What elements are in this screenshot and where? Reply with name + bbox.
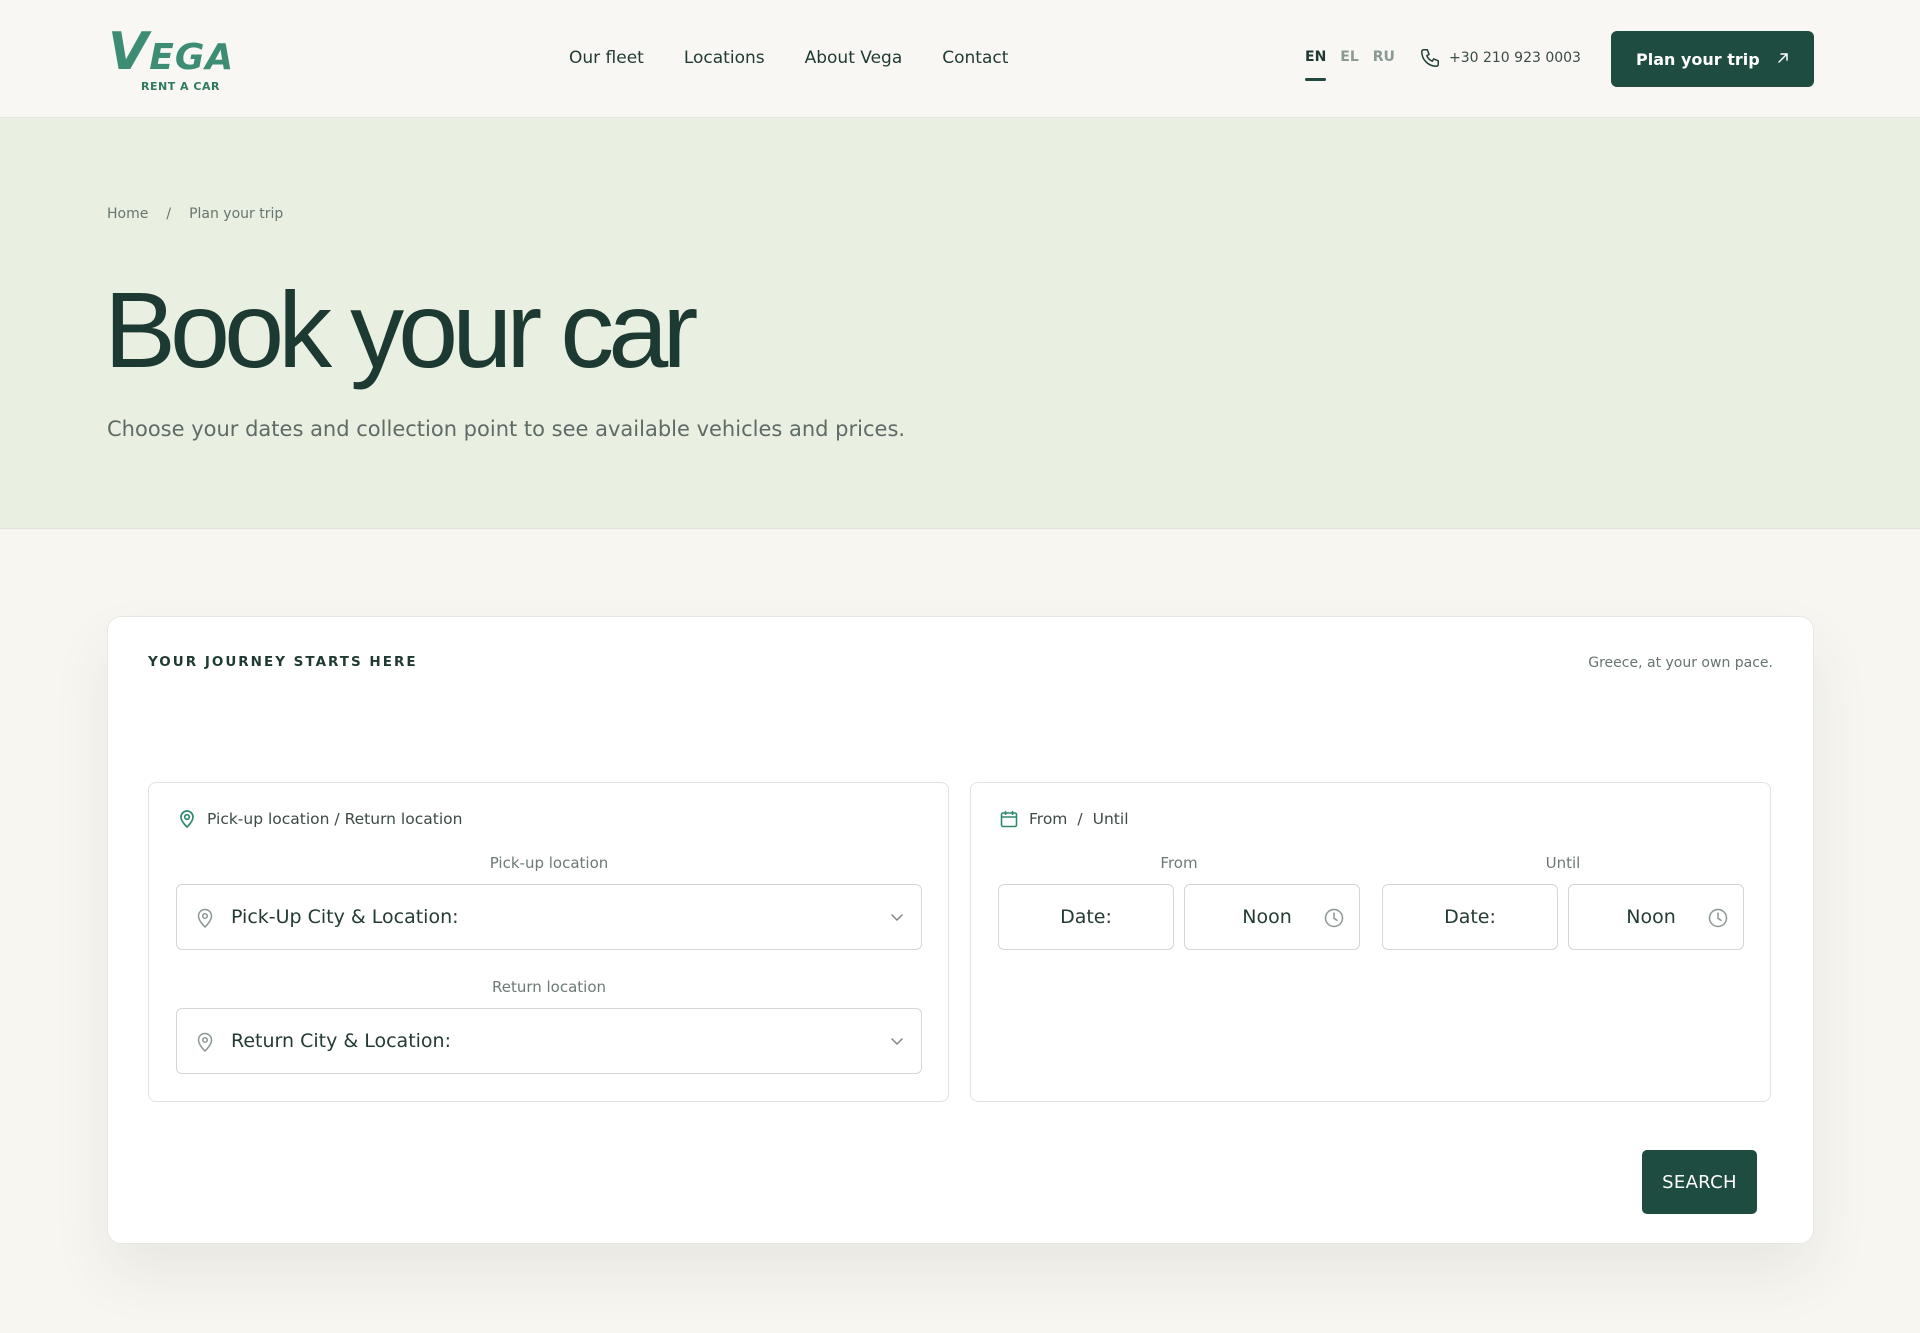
vega-logo[interactable]: VEGA RENT A CAR <box>108 24 248 96</box>
from-date-placeholder: Date: <box>1060 906 1112 928</box>
until-time-select[interactable]: Noon <box>1568 884 1744 950</box>
breadcrumb-home[interactable]: Home <box>107 206 148 222</box>
from-time-select[interactable]: Noon <box>1184 884 1360 950</box>
main-nav: Our fleet Locations About Vega Contact <box>569 46 1008 70</box>
nav-about-vega[interactable]: About Vega <box>805 46 903 70</box>
location-panel-heading: Pick-up location / Return location <box>177 809 462 829</box>
lang-el[interactable]: EL <box>1340 48 1358 66</box>
search-button[interactable]: SEARCH <box>1642 1150 1757 1214</box>
logo-subtitle: RENT A CAR <box>141 80 220 93</box>
clock-icon <box>1708 908 1728 928</box>
return-location-select[interactable]: Return City & Location: <box>176 1008 922 1074</box>
chevron-down-icon <box>891 1038 903 1046</box>
calendar-icon <box>1000 811 1018 828</box>
location-pin-icon <box>197 908 213 929</box>
return-location-value: Return City & Location: <box>231 1030 451 1052</box>
booking-tagline: Greece, at your own pace. <box>1588 655 1773 671</box>
nav-our-fleet[interactable]: Our fleet <box>569 46 644 70</box>
language-switcher: EN EL RU <box>1305 48 1395 81</box>
from-label: From <box>1160 854 1198 872</box>
chevron-down-icon <box>891 914 903 922</box>
phone-number: +30 210 923 0003 <box>1449 50 1581 66</box>
until-date-placeholder: Date: <box>1444 906 1496 928</box>
booking-eyebrow: YOUR JOURNEY STARTS HERE <box>148 654 418 670</box>
hero-section: Home / Plan your trip Book your car Choo… <box>0 118 1920 529</box>
location-pin-icon <box>180 810 194 829</box>
date-heading-separator: / <box>1077 810 1083 828</box>
booking-card: YOUR JOURNEY STARTS HERE Greece, at your… <box>107 616 1814 1244</box>
clock-icon <box>1324 908 1344 928</box>
location-pin-icon <box>197 1032 213 1053</box>
date-panel-heading: From / Until <box>999 809 1129 829</box>
breadcrumb-current: Plan your trip <box>189 206 284 222</box>
until-time-value: Noon <box>1626 906 1676 928</box>
pickup-location-label: Pick-up location <box>489 854 609 872</box>
site-header: VEGA RENT A CAR Our fleet Locations Abou… <box>0 0 1920 118</box>
phone-link[interactable]: +30 210 923 0003 <box>1419 47 1581 69</box>
phone-icon <box>1421 49 1439 67</box>
lang-ru[interactable]: RU <box>1373 48 1395 66</box>
page-subtitle: Choose your dates and collection point t… <box>107 417 906 441</box>
location-panel: Pick-up location / Return location Pick-… <box>148 782 949 1102</box>
until-date-input[interactable]: Date: <box>1382 884 1558 950</box>
date-heading-from: From <box>1029 810 1068 828</box>
plan-trip-label: Plan your trip <box>1636 49 1760 69</box>
breadcrumb-separator: / <box>166 206 172 222</box>
breadcrumb: Home / Plan your trip <box>107 206 283 222</box>
nav-locations[interactable]: Locations <box>684 46 765 70</box>
arrow-up-right-icon <box>1778 53 1788 63</box>
page-title: Book your car <box>104 269 698 390</box>
from-time-value: Noon <box>1242 906 1292 928</box>
pickup-location-select[interactable]: Pick-Up City & Location: <box>176 884 922 950</box>
from-date-input[interactable]: Date: <box>998 884 1174 950</box>
location-panel-title: Pick-up location / Return location <box>207 810 463 828</box>
plan-trip-button[interactable]: Plan your trip <box>1611 31 1814 87</box>
lang-en[interactable]: EN <box>1305 48 1327 81</box>
date-panel: From / Until From Until Date: Noon Date:… <box>970 782 1771 1102</box>
date-heading-until: Until <box>1092 810 1129 828</box>
pickup-location-value: Pick-Up City & Location: <box>231 906 459 928</box>
nav-contact[interactable]: Contact <box>942 46 1008 70</box>
return-location-label: Return location <box>491 978 607 996</box>
logo-wordmark: VEGA <box>108 22 235 82</box>
until-label: Until <box>1545 854 1581 872</box>
